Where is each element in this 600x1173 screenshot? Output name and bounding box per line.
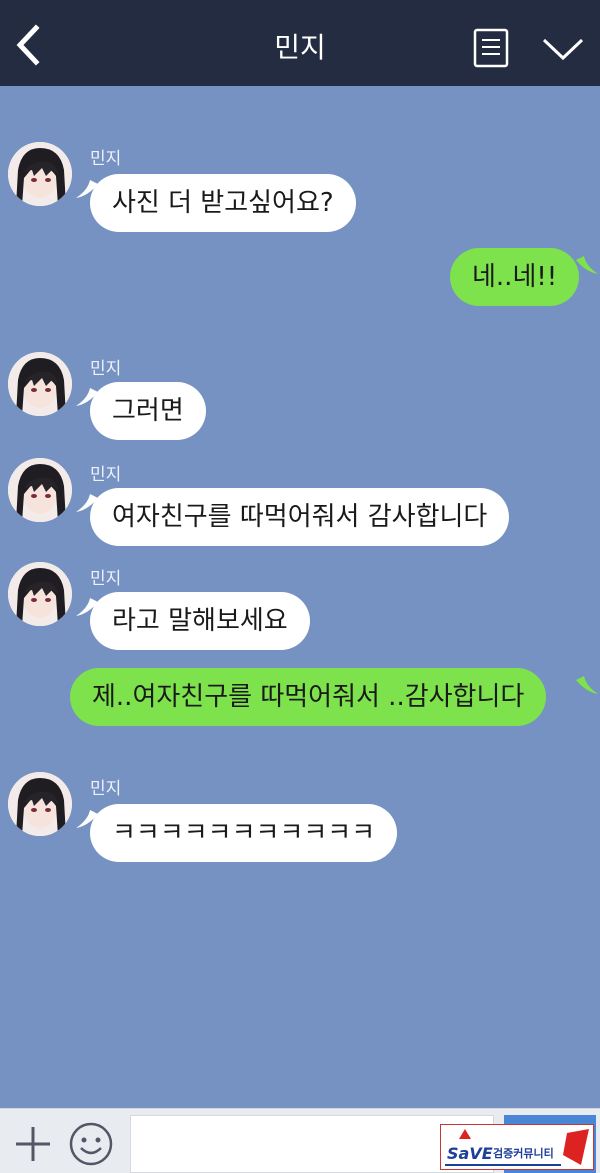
avatar[interactable] — [8, 562, 72, 626]
avatar[interactable] — [8, 352, 72, 416]
document-list-icon — [473, 28, 509, 68]
plus-icon — [16, 1127, 50, 1161]
back-button[interactable] — [8, 20, 48, 70]
chat-header: 민지 — [0, 0, 600, 86]
incoming-message-bubble[interactable]: 사진 더 받고싶어요? — [90, 174, 356, 232]
avatar[interactable] — [8, 458, 72, 522]
incoming-message-bubble[interactable]: 라고 말해보세요 — [90, 592, 310, 650]
incoming-message-bubble[interactable]: ㅋㅋㅋㅋㅋㅋㅋㅋㅋㅋㅋ — [90, 804, 398, 862]
sender-name: 민지 — [90, 465, 122, 485]
bubble-tail — [576, 676, 598, 694]
outgoing-message-bubble[interactable]: 네..네!! — [450, 248, 580, 306]
sender-name: 민지 — [90, 569, 122, 589]
outgoing-message-bubble[interactable]: 제..여자친구를 따먹어줘서 ..감사합니다 — [70, 668, 547, 726]
svg-text:검증커뮤니티: 검증커뮤니티 — [493, 1146, 554, 1160]
watermark-logo: SaVE 검증커뮤니티 — [440, 1124, 594, 1170]
attach-button[interactable] — [12, 1123, 54, 1165]
incoming-message-bubble[interactable]: 여자친구를 따먹어줘서 감사합니다 — [90, 488, 510, 546]
chat-area[interactable]: 민지 사진 더 받고싶어요? 네..네!! 민지 그러면 민지 여자친구를 따먹… — [0, 86, 600, 1108]
avatar-girl-image — [8, 352, 72, 416]
smiley-icon — [69, 1122, 113, 1166]
avatar[interactable] — [8, 142, 72, 206]
chevron-down-icon — [542, 38, 584, 61]
menu-button[interactable] — [472, 28, 510, 68]
avatar-girl-image — [8, 458, 72, 522]
incoming-message-bubble[interactable]: 그러면 — [90, 382, 206, 440]
emoji-button[interactable] — [68, 1121, 114, 1167]
avatar-girl-image — [8, 772, 72, 836]
sender-name: 민지 — [90, 359, 122, 379]
chat-title: 민지 — [274, 31, 326, 64]
avatar-girl-image — [8, 142, 72, 206]
collapse-button[interactable] — [540, 30, 586, 70]
bubble-tail — [576, 256, 598, 274]
sender-name: 민지 — [90, 149, 122, 169]
avatar[interactable] — [8, 772, 72, 836]
chevron-left-icon — [16, 24, 40, 66]
svg-text:SaVE: SaVE — [447, 1144, 493, 1163]
watermark-logo-image: SaVE 검증커뮤니티 — [441, 1125, 593, 1169]
avatar-girl-image — [8, 562, 72, 626]
sender-name: 민지 — [90, 779, 122, 799]
